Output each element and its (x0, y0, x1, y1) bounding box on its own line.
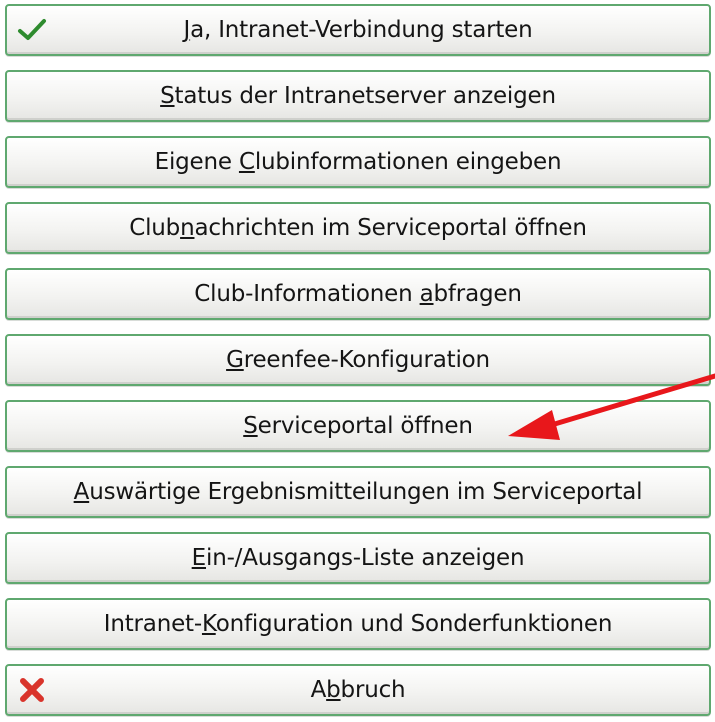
button-label: Status der Intranetserver anzeigen (160, 83, 556, 109)
button-label: Intranet-Konfiguration und Sonderfunktio… (103, 611, 613, 637)
club-info-query-button[interactable]: Club-Informationen abfragen (5, 268, 711, 320)
club-news-button[interactable]: Clubnachrichten im Serviceportal öffnen (5, 202, 711, 254)
check-icon (17, 15, 47, 45)
intranet-config-button[interactable]: Intranet-Konfiguration und Sonderfunktio… (5, 598, 711, 650)
button-label: Greenfee-Konfiguration (226, 347, 490, 373)
in-out-list-button[interactable]: Ein-/Ausgangs-Liste anzeigen (5, 532, 711, 584)
x-icon (17, 675, 47, 705)
button-label: Abbruch (310, 677, 406, 703)
cancel-button[interactable]: Abbruch (5, 664, 711, 716)
start-intranet-button[interactable]: Ja, Intranet-Verbindung starten (5, 4, 711, 56)
button-label: Ein-/Ausgangs-Liste anzeigen (191, 545, 525, 571)
button-label: Eigene Clubinformationen eingeben (154, 149, 562, 175)
button-label: Clubnachrichten im Serviceportal öffnen (129, 215, 587, 241)
external-results-button[interactable]: Auswärtige Ergebnismitteilungen im Servi… (5, 466, 711, 518)
greenfee-config-button[interactable]: Greenfee-Konfiguration (5, 334, 711, 386)
intranet-menu: Ja, Intranet-Verbindung starten Status d… (0, 0, 715, 722)
button-label: Serviceportal öffnen (243, 413, 473, 439)
button-label: Auswärtige Ergebnismitteilungen im Servi… (73, 479, 643, 505)
status-server-button[interactable]: Status der Intranetserver anzeigen (5, 70, 711, 122)
serviceportal-open-button[interactable]: Serviceportal öffnen (5, 400, 711, 452)
button-label: Ja, Intranet-Verbindung starten (183, 17, 533, 43)
button-label: Club-Informationen abfragen (194, 281, 522, 307)
club-info-enter-button[interactable]: Eigene Clubinformationen eingeben (5, 136, 711, 188)
